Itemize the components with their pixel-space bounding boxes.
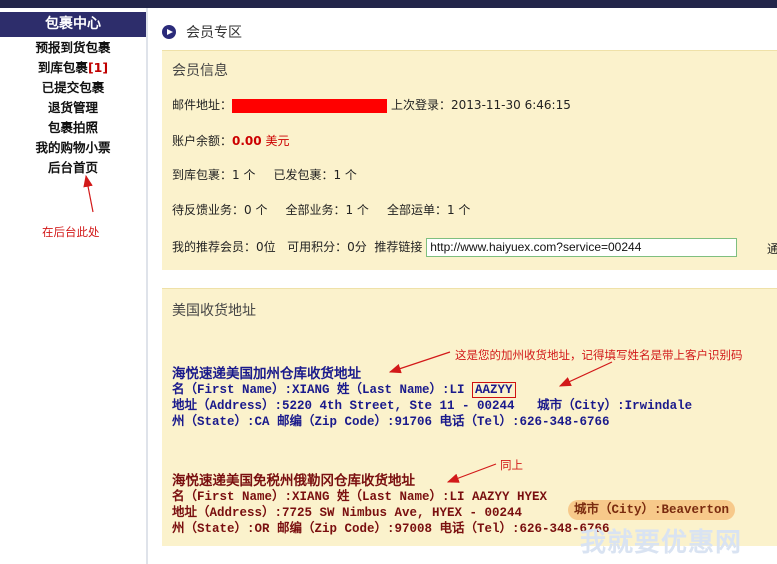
sidebar-item-forecast[interactable]: 预报到货包裹 [0,38,146,58]
balance-unit: 美元 [265,134,290,148]
arrived-count-badge: [1] [87,60,109,75]
sidebar-item-returns[interactable]: 退货管理 [0,98,146,118]
ca-address-line: 地址（Address）:5220 4th Street, Ste 11 - 00… [172,398,692,414]
or-warehouse-address: 海悦速递美国免税州俄勒冈仓库收货地址 名（First Name）:XIANG 姓… [172,473,610,537]
referral-label: 我的推荐会员： [172,240,257,254]
balance-value: 0.00 [232,134,262,148]
all-waybill-count: 1 个 [446,203,471,217]
or-state-line: 州（State）:OR 邮编（Zip Code）:97008 电话（Tel）:6… [172,522,610,536]
ca-name-text: 名（First Name）:XIANG 姓（Last Name）:LI [172,383,473,397]
all-business-label: 全部业务： [285,203,346,217]
business-stats-row: 待反馈业务：0 个全部业务：1 个全部运单：1 个 [172,201,470,218]
sidebar-item-submitted[interactable]: 已提交包裹 [0,78,146,98]
ca-warehouse-title: 海悦速递美国加州仓库收货地址 [172,366,361,381]
shipped-label: 已发包裹： [273,168,334,182]
arrived-count: 1 个 [232,168,256,182]
watermark: 我就要优惠网 [580,528,743,558]
member-info-title: 会员信息 [172,63,228,79]
ca-state-line: 州（State）:CA 邮编（Zip Code）:91706 电话（Tel）:6… [172,415,610,429]
all-waybill-label: 全部运单： [386,203,447,217]
referral-row: 我的推荐会员：0位 可用积分：0分 推荐链接 http://www.haiyue… [172,238,738,257]
redacted-email [232,98,388,113]
sidebar-annotation: 在后台此处 [42,225,100,239]
points-label: 可用积分： [287,240,348,254]
pending-label: 待反馈业务： [172,203,245,217]
sidebar-item-label: 后台首页 [47,160,98,175]
email-row: 邮件地址： 上次登录：2013-11-30 6:46:15 [172,96,571,113]
sidebar-item-label: 包裹拍照 [47,120,98,135]
sidebar-item-label: 预报到货包裹 [35,40,111,55]
all-business-count: 1 个 [345,203,369,217]
sidebar-item-home[interactable]: 后台首页 [0,158,146,178]
member-info-panel: 会员信息 邮件地址： 上次登录：2013-11-30 6:46:15 账户余额：0… [162,50,777,270]
customer-code: AAZYY [472,382,516,398]
sidebar-title: 包裹中心 [0,12,146,37]
sidebar-item-label: 已提交包裹 [41,80,105,95]
points-value: 0分 [347,240,367,254]
arrived-label: 到库包裹： [172,168,233,182]
ca-city: 城市（City）:Irwindale [537,399,693,413]
annotation-ca-address: 这是您的加州收货地址，记得填写姓名是带上客户识别码 [455,348,743,362]
pending-count: 0 个 [244,203,268,217]
last-login-label: 上次登录： [391,98,452,112]
ca-warehouse-address: 海悦速递美国加州仓库收货地址 名（First Name）:XIANG 姓（Las… [172,366,692,430]
referral-link-label: 推荐链接 [374,240,423,254]
sidebar: 包裹中心 预报到货包裹 到库包裹[1] 已提交包裹 退货管理 包裹拍照 我的购物… [0,8,146,564]
ca-name-line: 名（First Name）:XIANG 姓（Last Name）:LI AAZY… [172,382,692,398]
sidebar-divider [146,8,148,564]
page-title: 会员专区 [162,22,242,42]
sidebar-item-label: 到库包裹 [37,60,88,75]
truncated-edge-text: 通 [767,242,777,256]
play-icon [162,25,176,39]
sidebar-menu: 预报到货包裹 到库包裹[1] 已提交包裹 退货管理 包裹拍照 我的购物小票 后台… [0,38,146,178]
or-city-badge: 城市（City）:Beaverton [568,500,736,520]
or-warehouse-title: 海悦速递美国免税州俄勒冈仓库收货地址 [172,473,415,488]
or-name-line: 名（First Name）:XIANG 姓（Last Name）:LI AAZY… [172,490,548,504]
balance-row: 账户余额：0.00 美元 [172,132,289,149]
email-label: 邮件地址： [172,98,233,112]
balance-label: 账户余额： [172,134,233,148]
sidebar-item-receipts[interactable]: 我的购物小票 [0,138,146,158]
shipped-count: 1 个 [333,168,357,182]
top-strip [0,0,777,8]
sidebar-item-arrived[interactable]: 到库包裹[1] [0,58,146,78]
us-address-title: 美国收货地址 [172,303,256,319]
referral-link-field[interactable]: http://www.haiyuex.com?service=00244 [426,238,738,257]
sidebar-item-label: 退货管理 [47,100,98,115]
last-login-value: 2013-11-30 6:46:15 [451,98,571,112]
referral-count: 0位 [256,240,276,254]
sidebar-item-photos[interactable]: 包裹拍照 [0,118,146,138]
page-title-text: 会员专区 [186,25,242,41]
ca-street: 地址（Address）:5220 4th Street, Ste 11 - 00… [172,399,515,413]
package-stats-row: 到库包裹：1 个已发包裹：1 个 [172,166,357,183]
or-address-line: 地址（Address）:7725 SW Nimbus Ave, HYEX - 0… [172,506,523,520]
annotation-same: 同上 [500,458,523,472]
sidebar-item-label: 我的购物小票 [35,140,111,155]
